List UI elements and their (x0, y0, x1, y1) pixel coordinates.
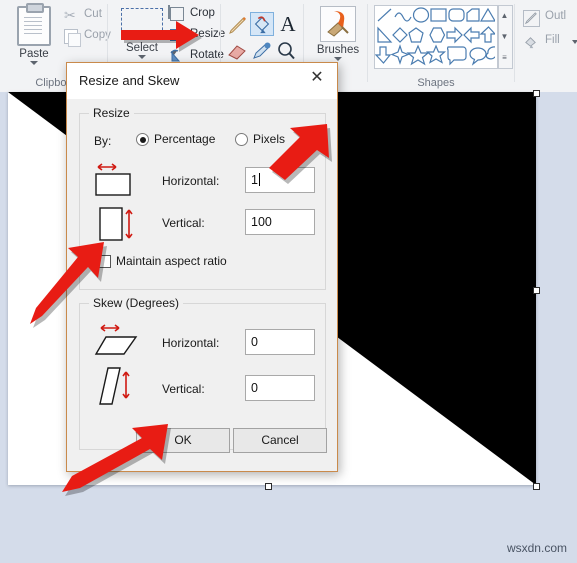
text-cursor (258, 173, 260, 186)
select-label: Select (126, 42, 158, 54)
cut-label: Cut (84, 8, 102, 20)
paste-dropdown-caret[interactable] (30, 61, 38, 65)
fill-label: Fill (545, 34, 560, 46)
color-picker-icon[interactable] (250, 40, 274, 64)
magnifier-icon[interactable] (274, 40, 298, 64)
resize-and-skew-dialog: Resize and Skew ✕ Resize By: Percentage … (66, 62, 338, 472)
text-icon[interactable]: A (276, 12, 300, 36)
paste-label: Paste (19, 48, 49, 60)
shapes-scroll-more-icon[interactable]: ≡ (499, 48, 510, 67)
rotate-label: Rotate (190, 49, 224, 61)
fill-dropdown-caret[interactable] (572, 40, 577, 44)
resize-vertical-input[interactable]: 100 (245, 209, 315, 235)
selection-handle-middle-right[interactable] (533, 287, 540, 294)
shapes-gallery[interactable] (374, 5, 501, 69)
close-icon[interactable]: ✕ (297, 63, 337, 93)
skew-vertical-input[interactable]: 0 (245, 375, 315, 401)
scissors-icon: ✂ (64, 7, 76, 23)
cancel-button[interactable]: Cancel (233, 428, 327, 453)
skew-vertical-label: Vertical: (162, 382, 205, 396)
resize-section-legend: Resize (89, 106, 134, 120)
crop-icon (168, 5, 184, 21)
selection-handle-bottom-center[interactable] (265, 483, 272, 490)
group-separator (514, 4, 515, 82)
dialog-title: Resize and Skew (79, 73, 180, 88)
ribbon-group-colors: Outl Fill (517, 0, 577, 92)
outline-button[interactable]: Outl (521, 8, 577, 28)
pencil-icon[interactable] (226, 14, 250, 38)
select-dropdown-caret[interactable] (138, 55, 146, 59)
resize-icon (170, 29, 183, 41)
paste-icon (17, 3, 51, 46)
copy-icon (64, 29, 81, 47)
resize-button[interactable]: Resize (168, 26, 225, 46)
maintain-aspect-ratio-label: Maintain aspect ratio (116, 254, 227, 268)
resize-vertical-label: Vertical: (162, 216, 205, 230)
selection-handle-bottom-right[interactable] (533, 483, 540, 490)
dialog-title-bar[interactable]: Resize and Skew ✕ (67, 63, 337, 99)
skew-horizontal-input[interactable]: 0 (245, 329, 315, 355)
shapes-scroll-down-icon[interactable]: ▼ (499, 27, 510, 46)
skew-horizontal-value: 0 (251, 335, 258, 349)
resize-vertical-value: 100 (251, 215, 272, 229)
pixels-label: Pixels (253, 132, 286, 146)
skew-horizontal-label: Horizontal: (162, 336, 220, 350)
horizontal-resize-icon (94, 161, 136, 202)
copy-button[interactable]: Copy (62, 27, 111, 47)
brushes-dropdown-caret[interactable] (334, 57, 342, 61)
pixels-radio[interactable] (235, 133, 248, 146)
shapes-scrollbar[interactable]: ▲ ▼ ≡ (498, 5, 513, 69)
vertical-resize-icon (98, 204, 140, 249)
maintain-aspect-ratio-checkbox[interactable] (98, 255, 111, 268)
group-separator (367, 4, 368, 82)
resize-section: Resize By: Percentage Pixels Horizontal:… (79, 106, 326, 290)
outline-label: Outl (545, 10, 567, 22)
by-label: By: (94, 134, 112, 148)
watermark: wsxdn.com (506, 541, 567, 555)
ok-button[interactable]: OK (136, 428, 230, 453)
brushes-label: Brushes (316, 44, 360, 56)
crop-label: Crop (190, 7, 215, 19)
vertical-skew-icon (98, 364, 146, 415)
outline-icon (523, 10, 540, 27)
percentage-label: Percentage (154, 132, 216, 146)
crop-button[interactable]: Crop (168, 5, 220, 25)
fill-button[interactable]: Fill (521, 32, 577, 52)
shapes-scroll-up-icon[interactable]: ▲ (499, 6, 510, 25)
shapes-group-label: Shapes (417, 77, 455, 89)
eraser-icon[interactable] (226, 40, 250, 64)
horizontal-skew-icon (94, 320, 142, 369)
fill-with-color-icon[interactable] (250, 12, 274, 36)
resize-horizontal-label: Horizontal: (162, 174, 220, 188)
skew-section-legend: Skew (Degrees) (89, 296, 184, 310)
resize-horizontal-input[interactable]: 1 (245, 167, 315, 193)
selection-handle-top-right[interactable] (533, 90, 540, 97)
brushes-icon (320, 6, 356, 42)
select-rectangle-icon (121, 8, 163, 40)
cut-button[interactable]: ✂ Cut (62, 6, 106, 26)
paste-button[interactable]: Paste (8, 3, 60, 72)
percentage-radio[interactable] (136, 133, 149, 146)
rotate-icon (169, 49, 183, 63)
ribbon-group-shapes: ▲ ▼ ≡ Shapes (370, 0, 515, 92)
skew-vertical-value: 0 (251, 381, 258, 395)
resize-horizontal-value: 1 (251, 173, 258, 187)
fill-bucket-icon (523, 34, 538, 49)
